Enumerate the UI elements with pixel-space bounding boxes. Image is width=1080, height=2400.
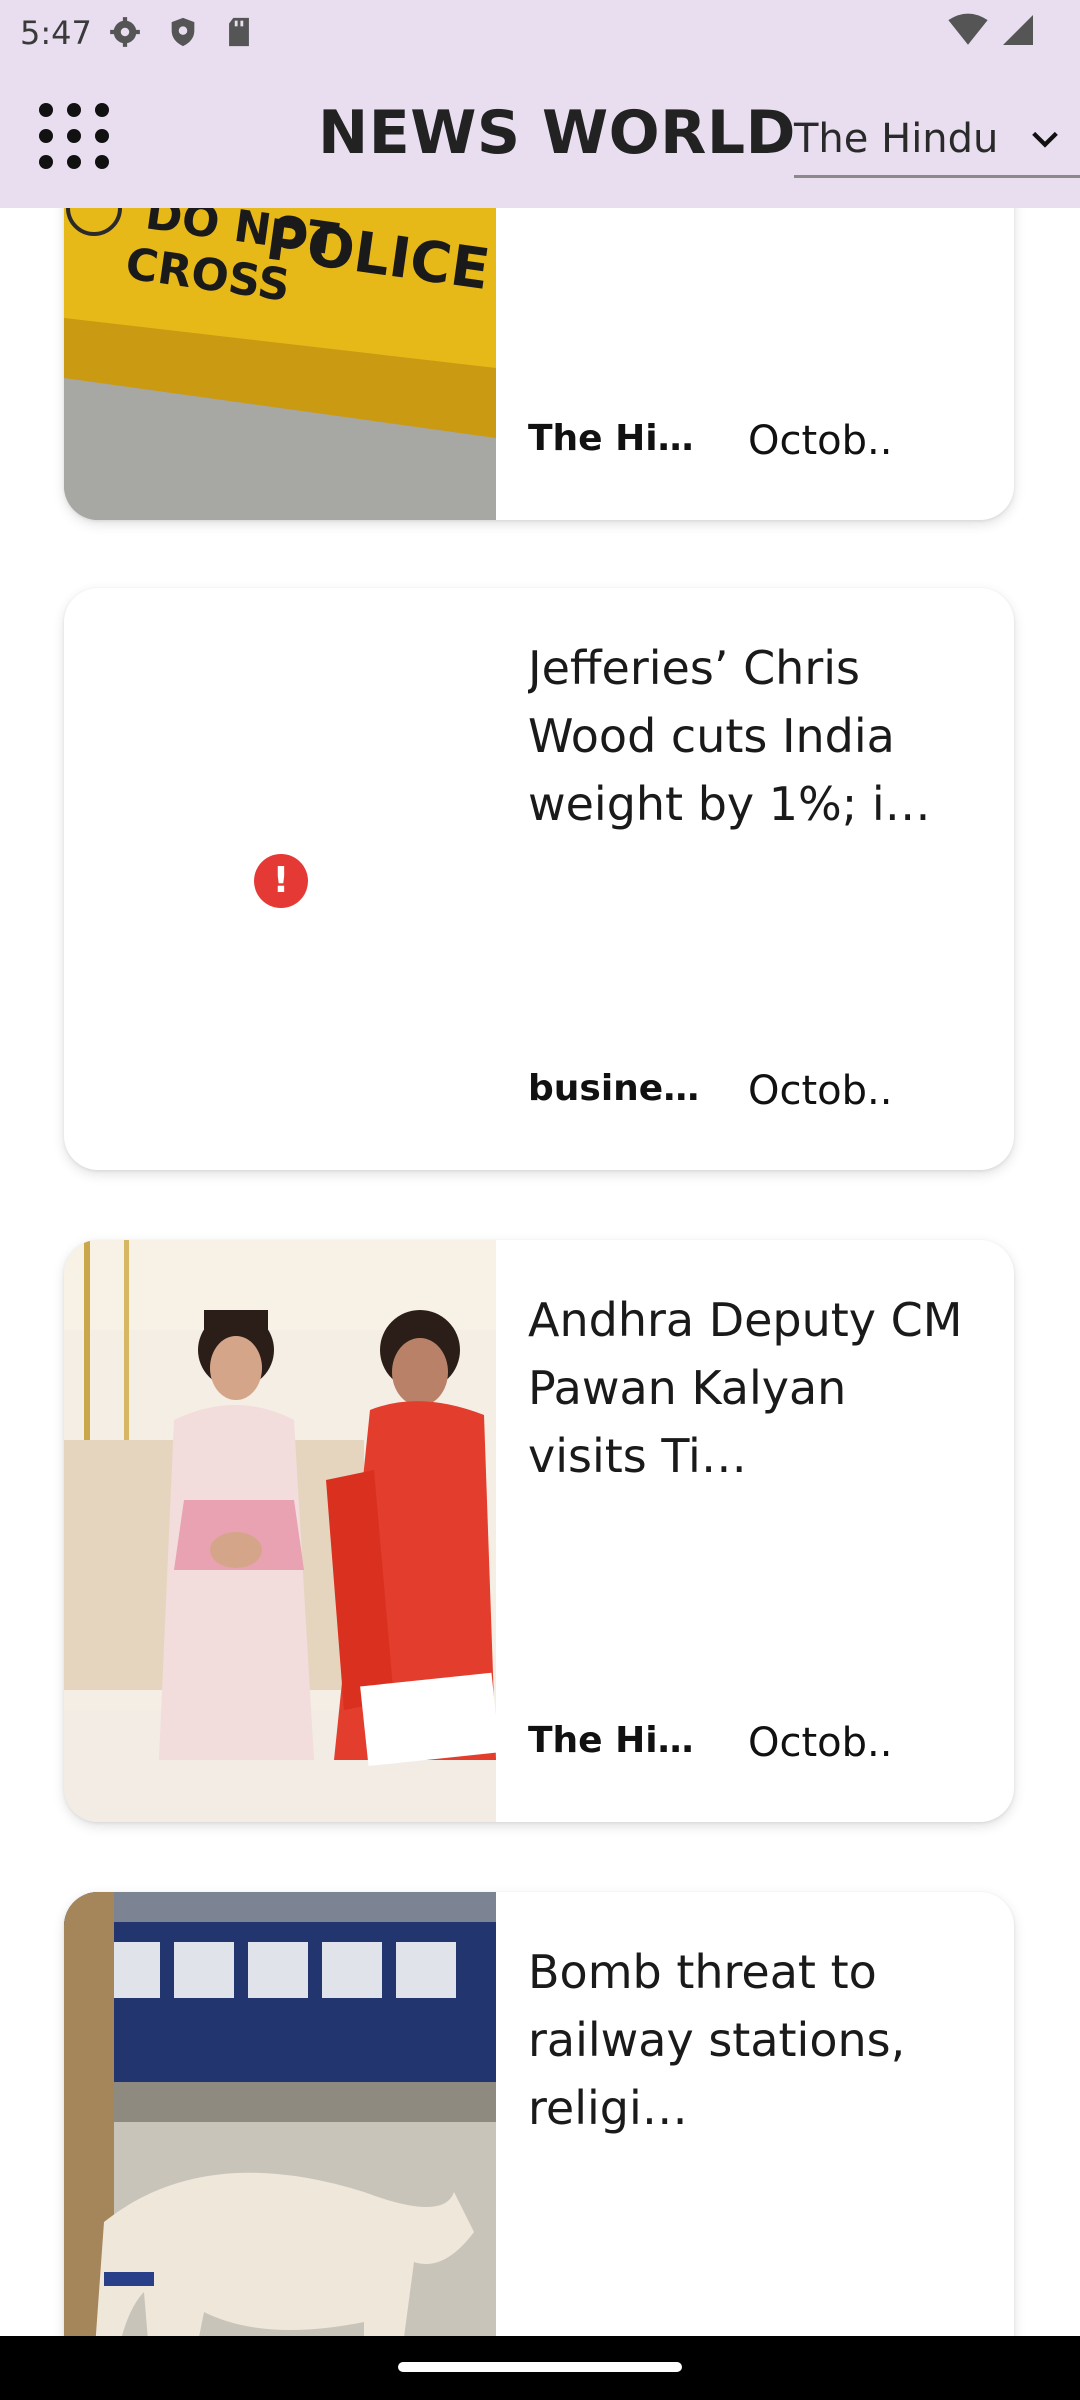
article-card[interactable]: ! Jefferies’ Chris Wood cuts India weigh… — [64, 588, 1014, 1170]
shield-icon — [171, 17, 195, 47]
article-thumbnail — [64, 1892, 496, 2400]
article-source: The Hin… — [528, 418, 710, 459]
chevron-down-icon — [1032, 131, 1058, 148]
article-thumbnail: ! — [64, 588, 496, 1170]
article-date: Octob.. — [748, 1068, 893, 1114]
status-bar: 5:47 — [0, 0, 1080, 66]
article-card[interactable]: Andhra Deputy CM Pawan Kalyan visits Ti…… — [64, 1240, 1014, 1822]
article-date: Octob.. — [748, 418, 893, 464]
settings-icon — [110, 17, 140, 47]
app-title: NEWS WORLD — [318, 98, 796, 168]
article-headline: Jefferies’ Chris Wood cuts India weight … — [528, 641, 931, 831]
app-bar: 5:47 NEWS WORLD The Hindu — [0, 0, 1080, 208]
sd-card-icon — [229, 17, 249, 47]
selected-source: The Hindu — [794, 115, 999, 162]
article-thumbnail — [64, 1240, 496, 1822]
signal-icon — [1003, 15, 1033, 45]
article-list[interactable]: DO NOT CROSS POLICE The Hin… Octob.. ! J… — [0, 0, 1080, 2400]
article-card[interactable]: Bomb threat to railway stations, religi… — [64, 1892, 1014, 2400]
sniffer-dog-photo — [64, 1892, 496, 2400]
screen: DO NOT CROSS POLICE The Hin… Octob.. ! J… — [0, 0, 1080, 2400]
home-gesture-handle[interactable] — [398, 2362, 682, 2372]
grid-menu-icon[interactable] — [36, 100, 112, 172]
temple-visit-photo — [64, 1240, 496, 1822]
navigation-bar — [0, 2336, 1080, 2400]
status-time: 5:47 — [20, 14, 92, 52]
article-meta: busines… Octob.. — [528, 1068, 988, 1118]
article-headline: Bomb threat to railway stations, religi… — [528, 1945, 906, 2135]
status-right-icons — [948, 12, 1036, 48]
news-source-dropdown[interactable]: The Hindu — [794, 102, 1080, 178]
error-icon: ! — [254, 854, 308, 908]
article-meta: The Hin… Octob.. — [528, 1720, 988, 1770]
wifi-icon — [948, 13, 988, 45]
article-source: busines… — [528, 1068, 710, 1109]
article-meta: The Hin… Octob.. — [528, 418, 988, 468]
article-source: The Hin… — [528, 1720, 710, 1761]
article-headline: Andhra Deputy CM Pawan Kalyan visits Ti… — [528, 1293, 963, 1483]
article-date: Octob.. — [748, 1720, 893, 1766]
